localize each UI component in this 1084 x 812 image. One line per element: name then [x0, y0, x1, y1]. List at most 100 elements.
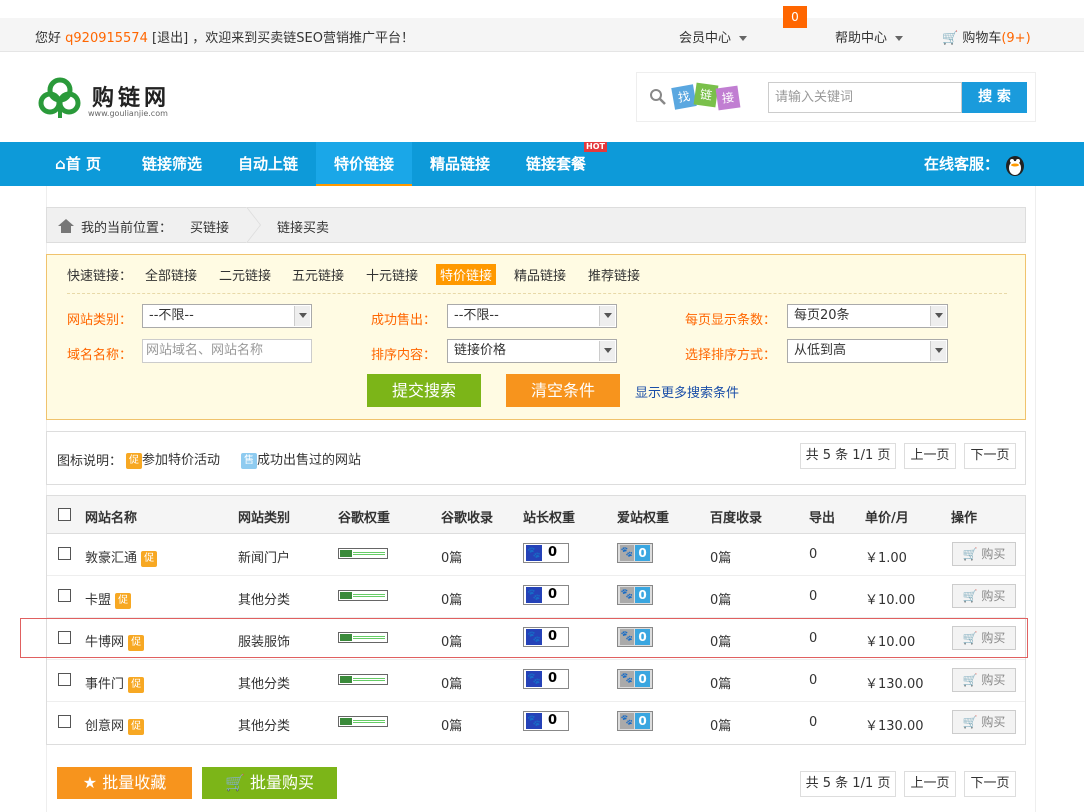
order-select[interactable]: 从低到高	[787, 339, 948, 363]
pagination-total: 共 5 条 1/1 页	[800, 443, 896, 469]
pr-bar-track	[353, 678, 385, 681]
site-name[interactable]: 创意网 促	[85, 715, 145, 735]
paw-icon: 🐾	[526, 545, 542, 561]
zz-weight-badge: 🐾 0	[523, 585, 569, 605]
quick-link-special[interactable]: 特价链接	[436, 264, 497, 285]
legend-label: 图标说明：	[57, 454, 123, 469]
paw-icon: 🐾	[620, 587, 634, 603]
google-index: 0篇	[441, 677, 463, 692]
buy-label: 购买	[981, 673, 1006, 687]
nav-auto-link[interactable]: 自动上链	[238, 142, 308, 186]
search-button[interactable]: 搜 索	[962, 82, 1027, 113]
select-all-checkbox[interactable]	[58, 508, 71, 521]
cart-label: 购物车	[962, 31, 1002, 46]
pr-bar-track	[353, 552, 385, 555]
google-index: 0篇	[441, 551, 463, 566]
clear-filter-button[interactable]: 清空条件	[506, 374, 620, 407]
google-index: 0篇	[441, 593, 463, 608]
per-page-select[interactable]: 每页20条	[787, 304, 948, 328]
paw-icon: 🐾	[620, 671, 634, 687]
buy-button[interactable]: 🛒 购买	[952, 542, 1016, 566]
badge-char-3: 接	[715, 85, 741, 111]
baidu-index: 0篇	[710, 719, 732, 734]
paw-icon: 🐾	[526, 671, 542, 687]
site-name[interactable]: 卡盟 促	[85, 589, 132, 609]
site-name-text: 事件门	[85, 677, 125, 692]
nav-link-filter[interactable]: 链接筛选	[142, 142, 212, 186]
top-bar: 您好 q920915574 [退出] ，欢迎来到买卖链SEO营销推广平台！ 会员…	[0, 0, 1084, 52]
promo-tag-icon: 促	[128, 718, 145, 735]
username-link[interactable]: q920915574	[65, 31, 148, 46]
batch-favorite-button[interactable]: ★ 批量收藏	[57, 767, 192, 799]
cart-icon: 🛒	[942, 31, 959, 46]
paw-icon: 🐾	[526, 587, 542, 603]
sort-select[interactable]: 链接价格	[447, 339, 617, 363]
search-placeholder: 请输入关键词	[775, 90, 854, 105]
table-row: 敦豪汇通 促 新闻门户 0篇 🐾 0 🐾 0 0篇 0 ￥1.00 🛒 购买	[47, 534, 1025, 576]
zz-weight-badge: 🐾 0	[523, 543, 569, 563]
batch-buy-label: 批量购买	[250, 773, 315, 792]
row-checkbox[interactable]	[58, 673, 71, 686]
az-weight-badge: 🐾 0	[617, 711, 653, 731]
promo-tag-icon: 促	[126, 452, 142, 469]
search-input[interactable]: 请输入关键词	[768, 82, 962, 113]
next-page-button-bottom[interactable]: 下一页	[964, 771, 1016, 797]
table-row: 事件门 促 其他分类 0篇 🐾 0 🐾 0 0篇 0 ￥130.00 🛒 购买	[47, 660, 1025, 702]
prev-page-button[interactable]: 上一页	[904, 443, 956, 469]
online-service[interactable]: 在线客服：	[924, 142, 1026, 186]
breadcrumb-buy-link[interactable]: 买链接	[190, 217, 229, 236]
quick-link-10yuan[interactable]: 十元链接	[362, 264, 422, 285]
member-center-label: 会员中心	[679, 31, 732, 46]
google-pr-bar	[338, 716, 388, 727]
cart-link[interactable]: 🛒 购物车(9+)	[942, 27, 1031, 46]
more-filters-link[interactable]: 显示更多搜索条件	[635, 382, 739, 401]
buy-button[interactable]: 🛒 购买	[952, 710, 1016, 734]
site-type-select[interactable]: --不限--	[142, 304, 312, 328]
site-name[interactable]: 敦豪汇通 促	[85, 547, 158, 567]
sold-select[interactable]: --不限--	[447, 304, 617, 328]
paw-icon: 🐾	[620, 713, 634, 729]
pr-bar-fill	[340, 592, 352, 599]
batch-favorite-label: 批量收藏	[102, 773, 167, 792]
help-center-menu[interactable]: 帮助中心	[835, 27, 904, 46]
next-page-button[interactable]: 下一页	[964, 443, 1016, 469]
promo-tag-icon: 促	[128, 676, 145, 693]
buy-label: 购买	[981, 589, 1006, 603]
row-checkbox[interactable]	[58, 589, 71, 602]
row-highlight-outline	[20, 618, 1028, 658]
site-logo[interactable]: 购链网 www.goulianjie.com	[38, 76, 238, 126]
logo-subtitle: www.goulianjie.com	[88, 109, 168, 118]
site-name[interactable]: 事件门 促	[85, 673, 145, 693]
submit-search-button[interactable]: 提交搜索	[367, 374, 481, 407]
nav-home[interactable]: ⌂首 页	[55, 142, 115, 186]
domain-input[interactable]: 网站域名、网站名称	[142, 339, 312, 363]
quick-link-premium[interactable]: 精品链接	[510, 264, 570, 285]
home-icon	[58, 219, 74, 233]
buy-button[interactable]: 🛒 购买	[952, 668, 1016, 692]
logout-link[interactable]: [退出]	[152, 31, 188, 46]
google-pr-bar	[338, 590, 388, 601]
row-checkbox[interactable]	[58, 715, 71, 728]
quick-link-5yuan[interactable]: 五元链接	[288, 264, 348, 285]
nav-premium-link[interactable]: 精品链接	[430, 142, 500, 186]
prev-page-button-bottom[interactable]: 上一页	[904, 771, 956, 797]
find-link-badge: 找 链 接	[671, 82, 743, 111]
buy-button[interactable]: 🛒 购买	[952, 584, 1016, 608]
message-count-badge[interactable]: 0	[783, 6, 807, 28]
batch-buy-button[interactable]: 🛒 批量购买	[202, 767, 337, 799]
baidu-index: 0篇	[710, 593, 732, 608]
quick-link-2yuan[interactable]: 二元链接	[215, 264, 275, 285]
quick-link-all[interactable]: 全部链接	[141, 264, 201, 285]
site-category: 其他分类	[238, 719, 291, 734]
zz-weight-value: 0	[548, 713, 558, 728]
welcome-text: ，欢迎来到买卖链SEO营销推广平台！	[192, 31, 414, 46]
row-checkbox[interactable]	[58, 547, 71, 560]
buy-label: 购买	[981, 547, 1006, 561]
domain-placeholder: 网站域名、网站名称	[146, 343, 264, 358]
quick-link-recommended[interactable]: 推荐链接	[584, 264, 644, 285]
site-category: 其他分类	[238, 593, 291, 608]
google-pr-bar	[338, 674, 388, 685]
member-center-menu[interactable]: 会员中心	[679, 27, 748, 46]
pr-bar-track	[353, 720, 385, 723]
nav-special-link[interactable]: 特价链接	[316, 142, 412, 186]
